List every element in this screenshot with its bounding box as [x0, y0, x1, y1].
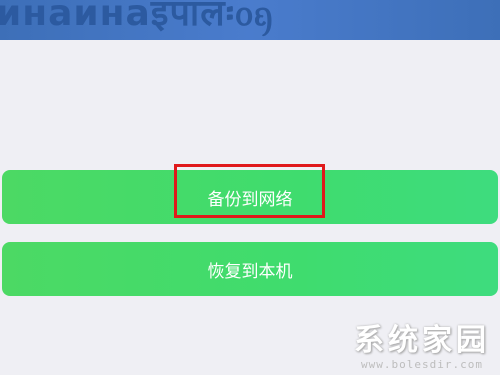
top-banner: инаинаइपाल፡ᦞᦏ: [0, 0, 500, 40]
watermark-title: 系统家园: [354, 323, 490, 358]
watermark-url: www.bolesdir.com: [361, 358, 483, 371]
restore-to-local-button[interactable]: 恢复到本机: [2, 242, 498, 296]
banner-text: инаинаइपाल፡ᦞᦏ: [0, 0, 274, 34]
watermark: 系统家园 www.bolesdir.com: [354, 323, 490, 371]
backup-to-network-button[interactable]: 备份到网络: [2, 170, 498, 224]
